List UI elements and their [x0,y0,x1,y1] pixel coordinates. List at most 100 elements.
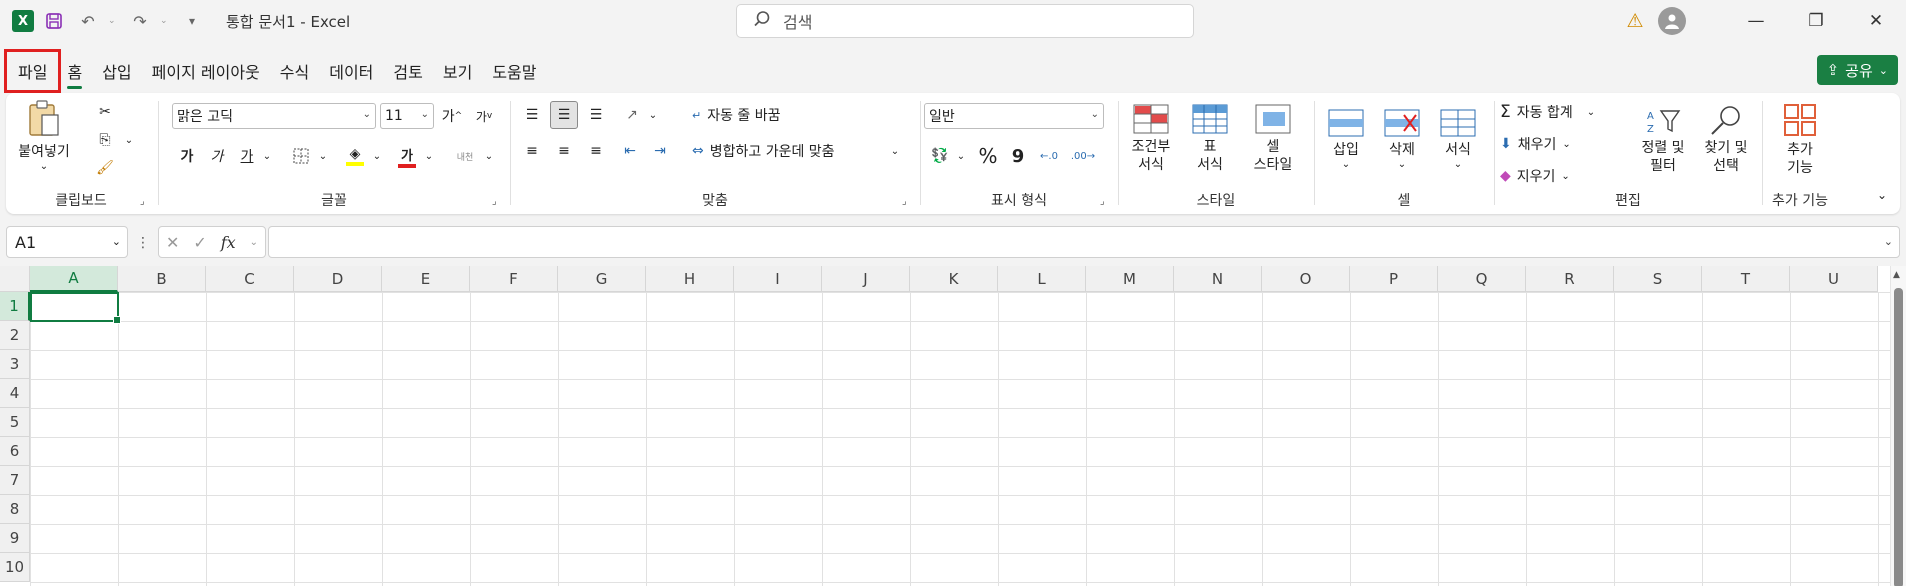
row-header[interactable]: 5 [0,408,30,437]
accounting-format-icon[interactable]: 💱 [926,143,954,169]
increase-indent-icon[interactable]: ⇥ [646,137,674,165]
dialog-launcher-icon[interactable]: ⌟ [492,196,504,208]
column-header[interactable]: B [118,266,206,292]
active-cell[interactable] [30,292,121,324]
confirm-icon[interactable]: ✓ [193,233,206,252]
fill-color-icon[interactable]: ◈ [342,143,368,169]
select-all-button[interactable] [0,266,30,292]
column-header[interactable]: A [30,266,118,292]
collapse-ribbon-icon[interactable]: ⌄ [1872,185,1892,205]
column-header[interactable]: L [998,266,1086,292]
add-ins-button[interactable]: 추가 기능 [1770,97,1830,183]
align-left-icon[interactable]: ≡ [518,137,546,165]
cancel-icon[interactable]: ✕ [166,233,179,252]
clear-button[interactable]: ◆ 지우기 ⌄ [1500,163,1600,189]
find-select-button[interactable]: 찾기 및 선택 [1696,97,1756,183]
dialog-launcher-icon[interactable]: ⌟ [140,196,152,208]
decrease-font-size-button[interactable]: 가v [470,103,498,129]
row-header[interactable]: 3 [0,350,30,379]
align-top-icon[interactable]: ☰ [518,101,546,129]
sort-filter-button[interactable]: AZ 정렬 및 필터 [1634,97,1692,183]
tab-file[interactable]: 파일 [3,49,62,93]
align-center-icon[interactable]: ≡ [550,137,578,165]
row-header[interactable]: 9 [0,524,30,553]
italic-button[interactable]: 가 [204,143,230,169]
column-header[interactable]: I [734,266,822,292]
accounting-dropdown-icon[interactable]: ⌄ [954,143,968,169]
column-header[interactable]: D [294,266,382,292]
row-header[interactable]: 2 [0,321,30,350]
column-header[interactable]: F [470,266,558,292]
borders-icon[interactable] [288,143,314,169]
column-header[interactable]: E [382,266,470,292]
phonetic-dropdown-icon[interactable]: ⌄ [482,143,496,169]
expand-formula-bar-icon[interactable]: ⌄ [1884,235,1893,248]
increase-decimal-icon[interactable]: ←.0 [1034,143,1064,169]
avatar[interactable] [1658,7,1686,35]
row-header[interactable]: 6 [0,437,30,466]
row-header[interactable]: 7 [0,466,30,495]
row-header[interactable]: 10 [0,553,30,582]
wrap-text-button[interactable]: ↵ 자동 줄 바꿈 [692,101,812,129]
column-header[interactable]: U [1790,266,1878,292]
name-box[interactable]: A1 ⌄ [6,226,128,258]
cell-styles-button[interactable]: 셀 스타일 [1240,97,1306,181]
merge-dropdown-icon[interactable]: ⌄ [888,137,902,165]
close-icon[interactable]: ✕ [1846,0,1906,42]
minimize-icon[interactable]: — [1726,0,1786,42]
cell-area[interactable] [30,292,1890,586]
cut-icon[interactable]: ✂ [92,99,118,125]
column-header[interactable]: H [646,266,734,292]
copy-dropdown-icon[interactable]: ⌄ [122,129,136,151]
format-cells-button[interactable]: 서식 ⌄ [1432,97,1484,181]
column-header[interactable]: T [1702,266,1790,292]
column-header[interactable]: M [1086,266,1174,292]
tab-formulas[interactable]: 수식 [270,53,319,89]
number-format-select[interactable]: 일반 ⌄ [924,103,1104,129]
column-header[interactable]: Q [1438,266,1526,292]
redo-icon[interactable]: ↷ [126,7,154,35]
column-header[interactable]: N [1174,266,1262,292]
decrease-decimal-icon[interactable]: .00→ [1068,143,1098,169]
increase-font-size-button[interactable]: 가 ^ [438,103,466,129]
column-header[interactable]: R [1526,266,1614,292]
worksheet-grid[interactable]: ABCDEFGHIJKLMNOPQRSTU 1 2 3 4 5 6 7 8 9 10 ▲ [0,266,1906,586]
column-header[interactable]: K [910,266,998,292]
tab-page-layout[interactable]: 페이지 레이아웃 [142,53,270,89]
restore-icon[interactable]: ❐ [1786,0,1846,42]
tab-review[interactable]: 검토 [383,53,432,89]
decrease-indent-icon[interactable]: ⇤ [616,137,644,165]
orientation-dropdown-icon[interactable]: ⌄ [646,101,660,129]
font-size-select[interactable]: 11 ⌄ [380,103,434,129]
customize-quick-access-icon[interactable]: ▾ [178,7,206,35]
fill-button[interactable]: ⬇ 채우기 ⌄ [1500,131,1600,157]
column-header[interactable]: C [206,266,294,292]
percent-style-button[interactable]: % [974,143,1002,169]
borders-dropdown-icon[interactable]: ⌄ [316,143,330,169]
column-header[interactable]: G [558,266,646,292]
comma-style-button[interactable]: 9 [1006,143,1030,169]
orientation-icon[interactable]: ↗ [618,101,646,129]
insert-cells-button[interactable]: 삽입 ⌄ [1320,97,1372,181]
conditional-formatting-button[interactable]: 조건부 서식 [1122,97,1180,181]
redo-dropdown-icon[interactable]: ⌄ [160,16,172,26]
tab-data[interactable]: 데이터 [319,53,383,89]
font-family-select[interactable]: 맑은 고딕 ⌄ [172,103,376,129]
more-options-icon[interactable]: ⋮ [136,232,150,254]
underline-dropdown-icon[interactable]: ⌄ [260,143,274,169]
dialog-launcher-icon[interactable]: ⌟ [1100,196,1112,208]
save-icon[interactable] [40,7,68,35]
align-right-icon[interactable]: ≡ [582,137,610,165]
column-header[interactable]: S [1614,266,1702,292]
merge-center-button[interactable]: ⇔ 병합하고 가운데 맞춤 [692,137,888,165]
font-color-button[interactable]: 가 [394,143,420,169]
formula-input[interactable]: ⌄ [268,226,1900,258]
insert-function-button[interactable]: fx [221,233,236,252]
search-box[interactable]: 검색 [736,4,1194,38]
column-header[interactable]: P [1350,266,1438,292]
scroll-up-icon[interactable]: ▲ [1893,270,1900,280]
column-header[interactable]: O [1262,266,1350,292]
autosum-button[interactable]: Σ 자동 합계 ⌄ [1500,99,1618,125]
copy-icon[interactable]: ⎘ [92,127,118,153]
font-color-dropdown-icon[interactable]: ⌄ [422,143,436,169]
